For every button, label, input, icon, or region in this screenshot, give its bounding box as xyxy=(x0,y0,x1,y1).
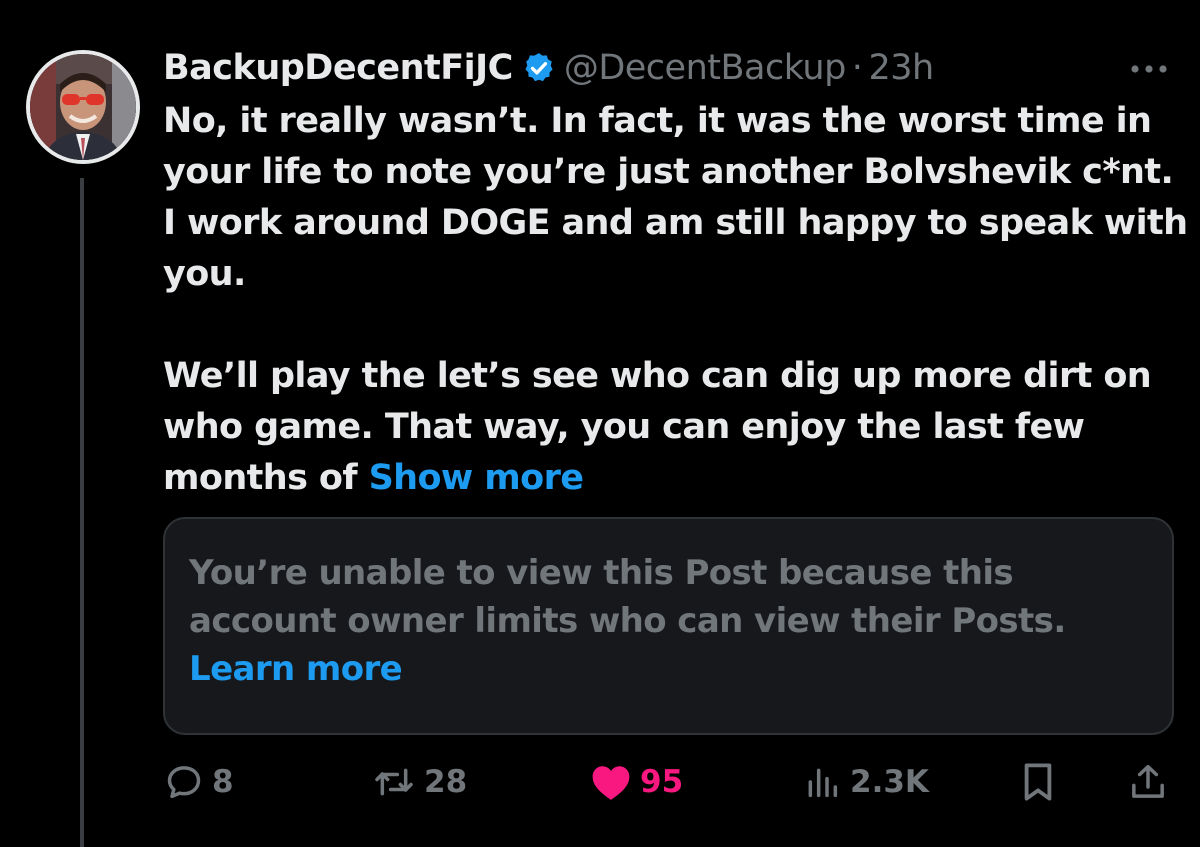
like-count: 95 xyxy=(640,764,684,800)
post-paragraph-1: No, it really wasn’t. In fact, it was th… xyxy=(163,101,1188,294)
like-button[interactable]: 95 xyxy=(590,752,683,812)
quoted-post-notice: You’re unable to view this Post because … xyxy=(189,549,1149,693)
header-separator: · xyxy=(851,48,863,88)
verified-badge-icon[interactable] xyxy=(522,51,556,85)
learn-more-link[interactable]: Learn more xyxy=(189,645,1149,693)
bookmark-icon xyxy=(1020,761,1056,803)
quoted-post-card[interactable]: You’re unable to view this Post because … xyxy=(163,517,1174,735)
post-text: No, it really wasn’t. In fact, it was th… xyxy=(163,96,1193,504)
author-display-name[interactable]: BackupDecentFiJC xyxy=(163,48,513,88)
heart-icon xyxy=(590,762,632,802)
more-options-icon[interactable] xyxy=(1126,54,1172,84)
reply-bubble-icon xyxy=(164,762,204,802)
post-paragraph-2-text: We’ll play the let’s see who can dig up … xyxy=(163,356,1152,498)
bookmark-button[interactable] xyxy=(1020,752,1056,812)
view-count: 2.3K xyxy=(850,764,929,800)
quoted-post-notice-text: You’re unable to view this Post because … xyxy=(189,553,1066,641)
show-more-link[interactable]: Show more xyxy=(369,458,584,498)
reply-count: 8 xyxy=(212,764,234,800)
repost-button[interactable]: 28 xyxy=(372,752,467,812)
post-action-bar: 8 28 95 2.3K xyxy=(0,752,1200,812)
avatar[interactable] xyxy=(26,50,140,164)
repost-arrows-icon xyxy=(372,762,416,802)
views-button[interactable]: 2.3K xyxy=(802,752,929,812)
post-header: BackupDecentFiJC @DecentBackup · 23h xyxy=(163,42,934,94)
thread-line xyxy=(80,178,84,847)
share-upload-icon xyxy=(1128,761,1168,803)
reply-button[interactable]: 8 xyxy=(164,752,234,812)
author-handle[interactable]: @DecentBackup xyxy=(564,48,846,88)
share-button[interactable] xyxy=(1128,752,1168,812)
post-timestamp[interactable]: 23h xyxy=(868,48,934,88)
post-paragraph-2: We’ll play the let’s see who can dig up … xyxy=(163,351,1193,504)
repost-count: 28 xyxy=(424,764,468,800)
views-bar-chart-icon xyxy=(802,762,842,802)
